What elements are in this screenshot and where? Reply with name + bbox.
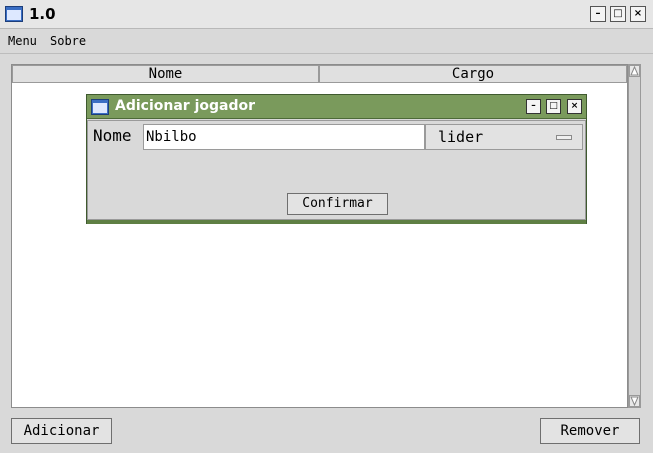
remove-button[interactable]: Remover <box>540 418 640 444</box>
menu-item-sobre[interactable]: Sobre <box>50 34 86 48</box>
dialog-titlebar[interactable]: Adicionar jogador – □ × <box>87 95 586 119</box>
cargo-select-value: lider <box>438 128 484 146</box>
scroll-up-button[interactable] <box>629 65 640 77</box>
maximize-button[interactable]: □ <box>610 6 626 22</box>
arrow-up-icon <box>630 66 639 76</box>
scroll-down-button[interactable] <box>629 395 640 407</box>
add-button[interactable]: Adicionar <box>11 418 112 444</box>
name-input[interactable]: Nbilbo <box>143 124 425 150</box>
dialog-title: Adicionar jogador <box>115 98 255 114</box>
column-header-nome[interactable]: Nome <box>12 65 319 83</box>
add-player-dialog: Adicionar jogador – □ × Nome Nbilbo lide… <box>86 94 587 224</box>
menubar: Menu Sobre <box>0 30 653 54</box>
dialog-maximize-button[interactable]: □ <box>546 99 561 114</box>
close-button[interactable]: × <box>630 6 646 22</box>
minimize-button[interactable]: – <box>590 6 606 22</box>
dialog-minimize-button[interactable]: – <box>526 99 541 114</box>
menu-item-menu[interactable]: Menu <box>8 34 37 48</box>
window-titlebar[interactable]: 1.0 – □ × <box>0 0 653 29</box>
dialog-body: Nome Nbilbo lider Confirmar <box>87 120 586 220</box>
cargo-select[interactable]: lider <box>425 124 583 150</box>
confirm-button[interactable]: Confirmar <box>287 193 388 215</box>
window-title: 1.0 <box>29 5 56 23</box>
dropdown-indicator-icon <box>556 135 572 140</box>
dialog-window-icon <box>91 99 109 115</box>
dialog-bottom-border <box>87 220 586 224</box>
dialog-close-button[interactable]: × <box>567 99 582 114</box>
column-header-cargo[interactable]: Cargo <box>319 65 627 83</box>
vertical-scrollbar[interactable] <box>628 64 641 408</box>
name-label: Nome <box>93 126 132 145</box>
app-window-icon <box>5 6 23 22</box>
arrow-down-icon <box>630 396 639 406</box>
